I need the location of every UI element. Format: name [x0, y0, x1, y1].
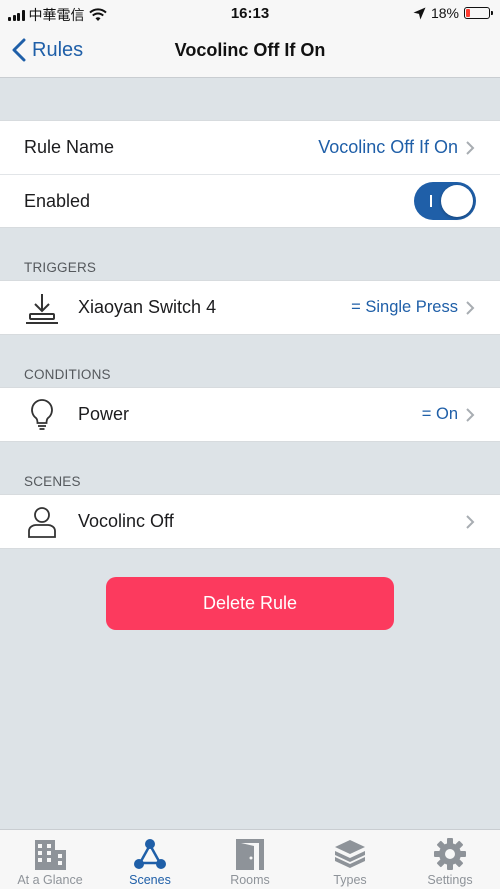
condition-label: Power: [78, 404, 130, 424]
trigger-label: Xiaoyan Switch 4: [78, 297, 217, 317]
delete-rule-button[interactable]: Delete Rule: [106, 577, 394, 630]
conditions-header: CONDITIONS: [24, 367, 111, 382]
trigger-value: = Single Press: [351, 298, 458, 316]
status-bar: 中華電信 16:13 18%: [0, 0, 500, 26]
tab-label: Scenes: [129, 873, 171, 887]
scene-row[interactable]: Vocolinc Off: [0, 495, 500, 548]
enabled-label: Enabled: [24, 190, 91, 211]
tab-label: Rooms: [230, 873, 270, 887]
location-arrow-icon: [413, 7, 426, 19]
triggers-header: TRIGGERS: [24, 260, 97, 275]
tab-types[interactable]: Types: [300, 830, 400, 889]
tab-rooms[interactable]: Rooms: [200, 830, 300, 889]
battery-icon: [464, 7, 493, 19]
trigger-row[interactable]: Xiaoyan Switch 4 = Single Press: [0, 281, 500, 334]
chevron-right-icon: [466, 140, 475, 155]
tab-at-a-glance[interactable]: At a Glance: [0, 830, 100, 889]
battery-fill: [466, 9, 470, 17]
scenes-group: Vocolinc Off: [0, 494, 500, 549]
network-icon: [134, 839, 166, 869]
rule-name-label: Rule Name: [24, 137, 115, 157]
condition-row[interactable]: Power = On: [0, 388, 500, 441]
enabled-toggle[interactable]: [414, 182, 476, 220]
building-icon: [35, 840, 66, 870]
battery-percent: 18%: [430, 5, 459, 21]
rule-settings-group: Rule Name Vocolinc Off If On Enabled: [0, 120, 500, 228]
lightbulb-icon: [24, 397, 60, 433]
tab-bar: At a Glance Scenes Rooms Types Settings: [0, 829, 500, 889]
tab-label: Types: [333, 873, 367, 887]
scene-label: Vocolinc Off: [78, 511, 174, 531]
toggle-knob: [441, 185, 473, 217]
gear-icon: [434, 838, 466, 870]
chevron-right-icon: [466, 514, 475, 529]
layers-icon: [335, 840, 365, 868]
rule-name-row[interactable]: Rule Name Vocolinc Off If On: [0, 121, 500, 174]
enabled-row: Enabled: [0, 174, 500, 227]
chevron-right-icon: [466, 407, 475, 422]
tab-settings[interactable]: Settings: [400, 830, 500, 889]
door-icon: [236, 839, 264, 870]
tab-label: Settings: [427, 873, 473, 887]
nav-bar: Rules Vocolinc Off If On: [0, 26, 500, 78]
download-tray-icon: [24, 290, 60, 326]
toggle-on-mark: [430, 195, 432, 207]
chevron-right-icon: [466, 300, 475, 315]
conditions-group: Power = On: [0, 387, 500, 442]
triggers-group: Xiaoyan Switch 4 = Single Press: [0, 280, 500, 335]
tab-scenes[interactable]: Scenes: [100, 830, 200, 889]
page-title: Vocolinc Off If On: [174, 40, 326, 60]
rule-name-value: Vocolinc Off If On: [318, 137, 458, 157]
person-icon: [24, 504, 60, 540]
condition-value: = On: [421, 405, 458, 423]
status-right: 18%: [413, 5, 493, 21]
scenes-header: SCENES: [24, 474, 81, 489]
tab-label: At a Glance: [17, 873, 83, 887]
